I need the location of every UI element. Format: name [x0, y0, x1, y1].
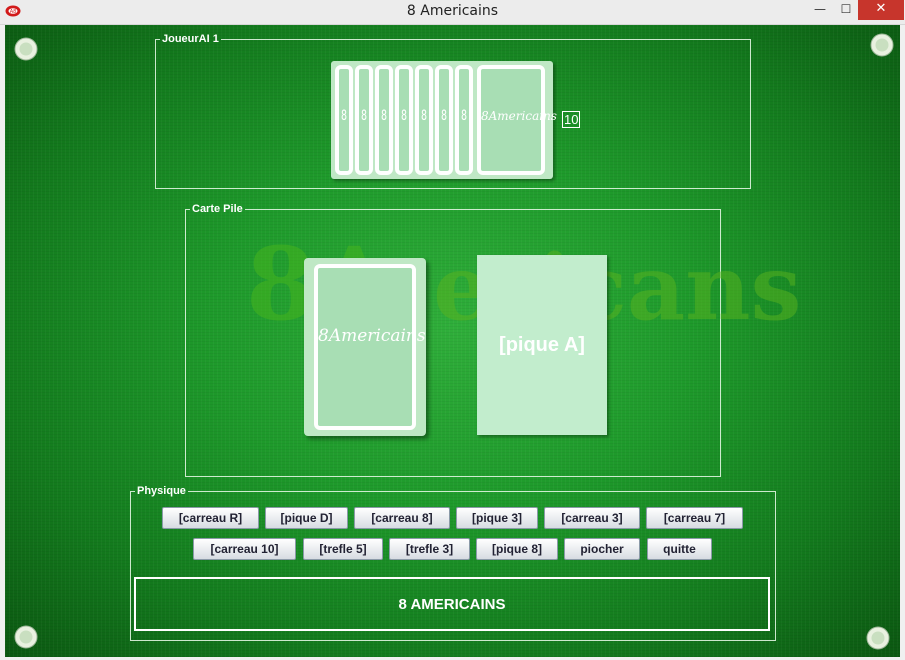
player-legend: Physique: [137, 485, 186, 497]
card-button[interactable]: [carreau 3]: [544, 507, 640, 529]
ai-card-back: 8: [335, 65, 353, 175]
poker-chip-icon: [14, 37, 38, 61]
window-title: 8 Americains: [406, 3, 499, 19]
window-titlebar: A8 8 Americains — ☐ ✕: [0, 0, 905, 25]
ai-card-back: 8: [435, 65, 453, 175]
ai-card-back: 8: [455, 65, 473, 175]
poker-chip-icon: [866, 626, 890, 650]
ai-card-back-front: 8Americains: [477, 65, 557, 175]
discard-pile-top-card: [pique A]: [477, 255, 607, 435]
ai-card-back: 8: [395, 65, 413, 175]
minimize-button[interactable]: —: [806, 0, 834, 20]
card-button[interactable]: [trefle 3]: [389, 538, 470, 560]
card-button[interactable]: [carreau R]: [162, 507, 259, 529]
game-banner: 8 AMERICAINS: [134, 577, 770, 631]
ai-card-back: 8: [415, 65, 433, 175]
poker-chip-icon: [14, 625, 38, 649]
card-button[interactable]: [pique 3]: [456, 507, 538, 529]
ai-card-count: 10: [562, 111, 581, 128]
quit-button[interactable]: quitte: [647, 538, 712, 560]
draw-deck[interactable]: 8Americains: [304, 258, 426, 436]
pile-panel: Carte Pile 8Aericans 8Americains [pique …: [185, 203, 801, 477]
card-button[interactable]: [carreau 8]: [354, 507, 450, 529]
ai-card-back: 8: [375, 65, 393, 175]
card-button[interactable]: [carreau 10]: [193, 538, 296, 560]
card-button[interactable]: [pique D]: [265, 507, 348, 529]
ai-card-back: 8: [355, 65, 373, 175]
ai-hand: 8 8 8 8 8 8 8 8Americains: [331, 61, 557, 179]
ai-player-legend: JoueurAI 1: [162, 33, 219, 45]
draw-button[interactable]: piocher: [564, 538, 640, 560]
pile-legend: Carte Pile: [192, 203, 243, 215]
player-panel: Physique [carreau R] [pique D] [carreau …: [130, 485, 776, 641]
close-button[interactable]: ✕: [858, 0, 904, 20]
card-button[interactable]: [pique 8]: [476, 538, 558, 560]
ai-player-panel: JoueurAI 1 8 8 8 8 8 8 8 8Americains 10: [155, 33, 751, 189]
maximize-button[interactable]: ☐: [832, 0, 860, 20]
game-table: JoueurAI 1 8 8 8 8 8 8 8 8Americains 10 …: [5, 25, 900, 657]
poker-chip-icon: [870, 33, 894, 57]
card-button[interactable]: [trefle 5]: [303, 538, 383, 560]
deck-card-back: 8Americains: [314, 264, 426, 430]
card-button[interactable]: [carreau 7]: [646, 507, 743, 529]
